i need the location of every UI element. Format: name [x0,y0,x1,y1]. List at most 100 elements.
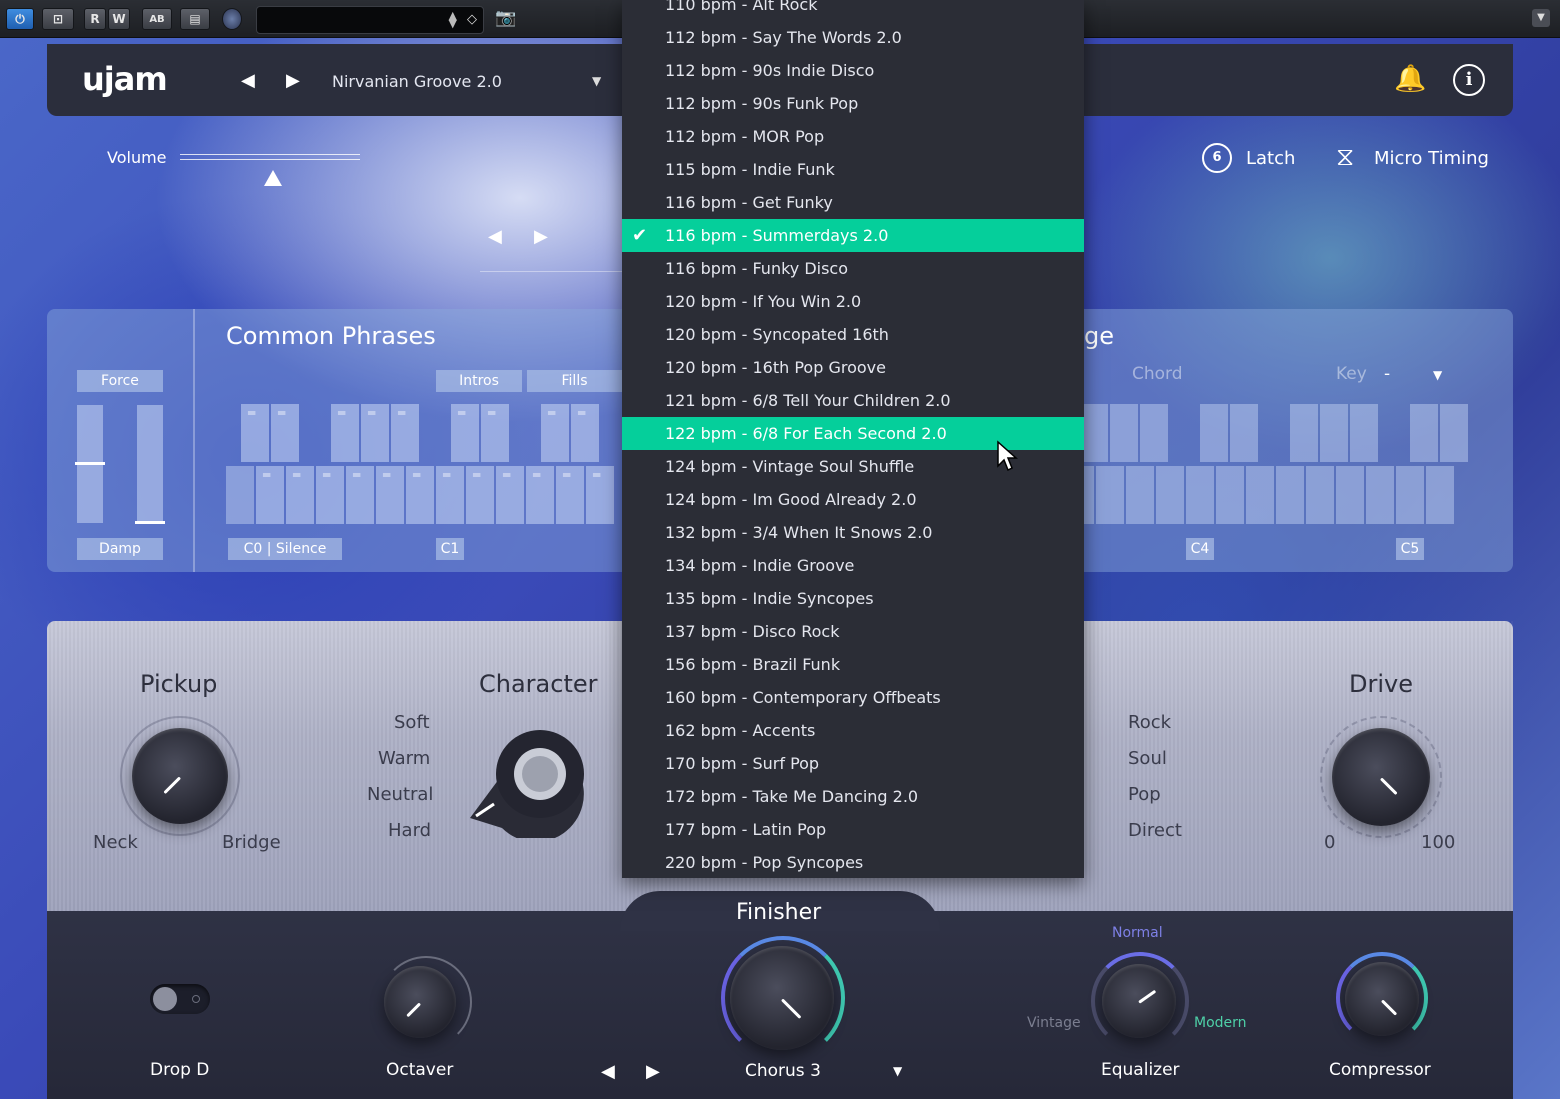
micro-timing-button[interactable]: Micro Timing [1374,148,1489,169]
chord-key[interactable] [1350,404,1378,462]
read-automation-button[interactable]: R [84,8,106,30]
collapse-icon[interactable]: ▼ [1532,9,1550,27]
chorus-knob[interactable] [730,946,834,1050]
style-option-direct[interactable]: Direct [1128,820,1182,841]
write-automation-button[interactable]: W [108,8,130,30]
dropdown-item[interactable]: 172 bpm - Take Me Dancing 2.0 [622,780,1084,813]
phrase-key[interactable] [541,404,569,462]
phrase-key[interactable] [556,466,584,524]
dropdown-item[interactable]: 112 bpm - Say The Words 2.0 [622,21,1084,54]
volume-thumb[interactable] [264,170,282,186]
next-style-icon[interactable]: ▶ [534,226,548,247]
character-option-hard[interactable]: Hard [388,820,431,841]
dropdown-item[interactable]: 220 bpm - Pop Syncopes [622,846,1084,878]
dropdown-item[interactable]: 177 bpm - Latin Pop [622,813,1084,846]
dropdown-item[interactable]: 120 bpm - 16th Pop Groove [622,351,1084,384]
dropdown-item[interactable]: 134 bpm - Indie Groove [622,549,1084,582]
character-option-warm[interactable]: Warm [378,748,430,769]
next-preset-icon[interactable]: ▶ [286,70,300,91]
phrase-key[interactable] [586,466,614,524]
chord-key[interactable] [1290,404,1318,462]
volume-slider[interactable] [180,154,360,160]
chorus-preset[interactable]: Chorus 3 [745,1061,821,1081]
chord-key[interactable] [1084,404,1108,462]
chevron-down-icon[interactable]: ▼ [1433,368,1442,382]
character-option-soft[interactable]: Soft [394,712,430,733]
phrase-key[interactable] [271,404,299,462]
dropdown-item[interactable]: 115 bpm - Indie Funk [622,153,1084,186]
octaver-knob[interactable] [384,966,456,1038]
phrase-key[interactable] [346,466,374,524]
dropdown-item[interactable]: 135 bpm - Indie Syncopes [622,582,1084,615]
force-fader-handle[interactable] [75,462,105,465]
dropdown-item[interactable]: 170 bpm - Surf Pop [622,747,1084,780]
chord-key[interactable] [1140,404,1168,462]
phrase-key[interactable] [436,466,464,524]
phrase-key[interactable] [481,404,509,462]
dropdown-item[interactable]: 112 bpm - 90s Indie Disco [622,54,1084,87]
chord-key[interactable] [1126,466,1154,524]
chord-key[interactable] [1216,466,1244,524]
phrase-key[interactable] [361,404,389,462]
dropdown-item[interactable]: 120 bpm - Syncopated 16th [622,318,1084,351]
phrase-key[interactable] [241,404,269,462]
chord-key[interactable] [1366,466,1394,524]
dropdown-item[interactable]: 132 bpm - 3/4 When It Snows 2.0 [622,516,1084,549]
previous-preset-icon[interactable]: ◀ [241,70,255,91]
chord-key[interactable] [1440,404,1468,462]
compare-icon[interactable]: ⊡ [42,8,74,30]
up-down-arrows-icon[interactable]: ▲ ▼ [449,10,457,29]
bell-icon[interactable]: 🔔 [1394,64,1426,96]
previous-effect-icon[interactable]: ◀ [601,1061,615,1082]
chord-key[interactable] [1156,466,1184,524]
phrase-key[interactable] [316,466,344,524]
phrase-key[interactable] [256,466,284,524]
phrase-key[interactable] [496,466,524,524]
circle-icon[interactable] [222,8,242,30]
phrase-key[interactable] [286,466,314,524]
chord-key[interactable] [1110,404,1138,462]
camera-icon[interactable]: 📷 [492,8,520,30]
style-option-rock[interactable]: Rock [1128,712,1171,733]
character-selector-knob[interactable] [462,728,590,838]
dropdown-item[interactable]: 156 bpm - Brazil Funk [622,648,1084,681]
groove-dropdown-menu[interactable]: 110 bpm - Alt Rock 112 bpm - Say The Word… [622,0,1084,878]
chord-key[interactable] [1096,466,1124,524]
phrase-key[interactable] [331,404,359,462]
drop-d-toggle[interactable] [150,984,210,1014]
dropdown-item[interactable]: 137 bpm - Disco Rock [622,615,1084,648]
info-icon[interactable]: i [1453,64,1485,96]
chord-key[interactable] [1320,404,1348,462]
dropdown-item[interactable]: 110 bpm - Alt Rock [622,0,1084,21]
phrase-key[interactable] [451,404,479,462]
phrase-key[interactable] [571,404,599,462]
chord-key[interactable] [1306,466,1334,524]
phrase-key[interactable] [406,466,434,524]
dropdown-item[interactable]: 116 bpm - Get Funky [622,186,1084,219]
dropdown-item[interactable]: 112 bpm - 90s Funk Pop [622,87,1084,120]
dropdown-item[interactable]: 162 bpm - Accents [622,714,1084,747]
chord-key[interactable] [1396,466,1424,524]
dropdown-item[interactable]: 116 bpm - Funky Disco [622,252,1084,285]
power-icon[interactable]: ⏻ [6,8,34,30]
style-option-soul[interactable]: Soul [1128,748,1167,769]
damp-fader-handle[interactable] [135,521,165,524]
pickup-knob[interactable] [132,728,228,824]
dropdown-item[interactable]: ✔ 116 bpm - Summerdays 2.0 [622,219,1084,252]
equalizer-knob[interactable] [1102,964,1176,1038]
ab-compare-button[interactable]: AB [142,8,172,30]
chord-key[interactable] [1230,404,1258,462]
chord-key[interactable] [1426,466,1454,524]
previous-style-icon[interactable]: ◀ [488,226,502,247]
phrase-key[interactable] [466,466,494,524]
chevron-down-icon[interactable]: ▼ [592,74,601,88]
key-select[interactable]: - [1384,364,1390,384]
dropdown-item[interactable]: 112 bpm - MOR Pop [622,120,1084,153]
chord-key[interactable] [1084,466,1094,524]
damp-fader[interactable] [135,405,165,524]
latch-icon[interactable]: 6 [1202,143,1232,173]
preset-field[interactable]: ▲ ▼ ◇ [256,6,484,34]
preset-name[interactable]: Nirvanian Groove 2.0 [332,72,502,91]
diamond-icon[interactable]: ◇ [467,12,477,27]
metronome-icon[interactable]: ⧖ [1336,142,1364,174]
